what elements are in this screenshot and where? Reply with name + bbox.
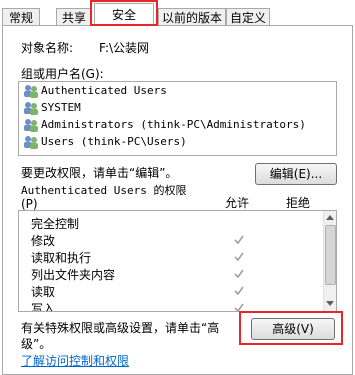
- permissions-title-accesskey: (P): [21, 197, 38, 211]
- tab-previous-versions[interactable]: 以前的版本: [158, 8, 226, 26]
- permission-row: 修改: [19, 232, 319, 248]
- permission-row: 列出文件夹内容: [19, 266, 319, 282]
- list-item[interactable]: Users (think-PC\Users): [23, 134, 187, 150]
- allow-check-icon: [234, 235, 244, 245]
- deny-header: 拒绝: [286, 196, 311, 210]
- permission-row: 读取: [19, 283, 319, 299]
- permission-name: 读取: [31, 285, 56, 299]
- change-permissions-hint: 要更改权限，请单击“编辑”。: [21, 166, 178, 180]
- advanced-button-highlight: [239, 311, 343, 345]
- object-name-label: 对象名称:: [21, 41, 74, 55]
- user-group-icon: [23, 101, 39, 115]
- permission-name: 列出文件夹内容: [31, 268, 116, 282]
- list-item[interactable]: Administrators (think-PC\Administrators): [23, 117, 306, 133]
- permission-name: 读取和执行: [31, 251, 92, 265]
- tab-strip: 常规 共享 安全 以前的版本 自定义: [0, 0, 355, 26]
- allow-check-icon: [234, 252, 244, 262]
- allow-check-icon: [234, 286, 244, 296]
- learn-access-control-link[interactable]: 了解访问控制和权限: [21, 352, 129, 369]
- list-item[interactable]: SYSTEM: [23, 100, 81, 116]
- advanced-hint-line2: 级”。: [21, 337, 52, 351]
- permission-name: 完全控制: [31, 217, 80, 231]
- scroll-up-arrow-icon[interactable]: [326, 215, 334, 220]
- security-tab-highlight: [90, 0, 158, 26]
- tab-sharing[interactable]: 共享: [56, 8, 92, 26]
- tab-customize[interactable]: 自定义: [226, 8, 270, 26]
- groups-label: 组或用户名(G):: [21, 67, 104, 81]
- permission-name: 修改: [31, 234, 56, 248]
- permissions-scrollbar[interactable]: [323, 211, 336, 311]
- permission-row: 完全控制: [19, 215, 319, 231]
- groups-list[interactable]: Authenticated Users SYSTEM Administrator…: [18, 81, 337, 156]
- user-group-icon: [23, 135, 39, 149]
- user-group-icon: [23, 84, 39, 98]
- tab-general[interactable]: 常规: [2, 8, 40, 26]
- list-item[interactable]: Authenticated Users: [23, 83, 167, 99]
- permission-name: 写入: [31, 302, 56, 312]
- advanced-hint-line1: 有关特殊权限或高级设置，请单击“高: [21, 321, 220, 335]
- allow-header: 允许: [225, 196, 250, 210]
- permissions-list[interactable]: 完全控制 修改 读取和执行 列出文件夹内容 读取 写入: [18, 210, 337, 312]
- scrollbar-thumb[interactable]: [325, 225, 336, 285]
- object-name-value: F:\公装网: [99, 41, 150, 55]
- permission-row: 读取和执行: [19, 249, 319, 265]
- permissions-title: Authenticated Users 的权限: [21, 184, 187, 197]
- allow-check-icon: [234, 269, 244, 279]
- edit-button[interactable]: 编辑(E)...: [255, 163, 337, 185]
- scroll-down-arrow-icon[interactable]: [326, 301, 334, 306]
- user-group-icon: [23, 118, 39, 132]
